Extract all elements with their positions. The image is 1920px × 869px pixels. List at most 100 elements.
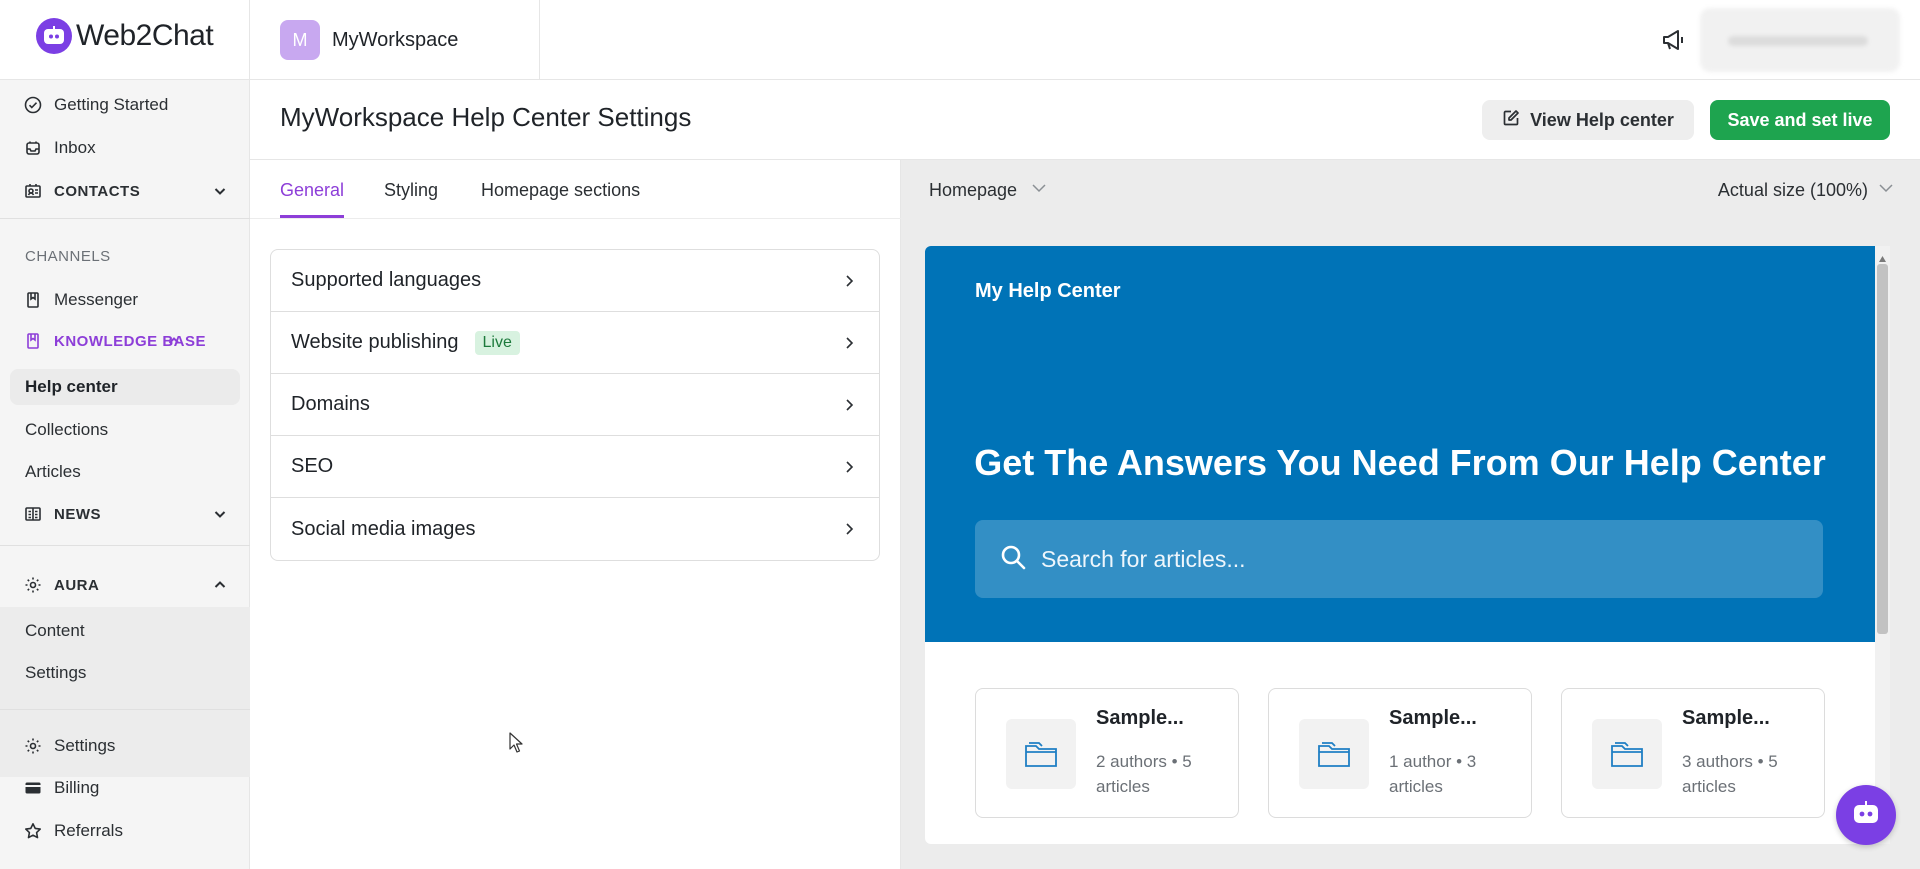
edit-icon: [1502, 109, 1520, 132]
preview-search-input[interactable]: [1041, 545, 1801, 573]
sidebar-item-label: Inbox: [54, 138, 96, 157]
sidebar-item-label: Messenger: [54, 290, 139, 309]
view-help-center-button[interactable]: View Help center: [1482, 100, 1694, 140]
star-icon: [24, 822, 42, 840]
sidebar-item-label: Getting Started: [54, 95, 169, 114]
preview-search-box[interactable]: [975, 520, 1823, 598]
collection-card-meta: 1 author • 3 articles: [1389, 752, 1477, 796]
sidebar-item-label: Referrals: [54, 821, 123, 840]
sidebar-item-label: Billing: [54, 778, 100, 797]
collection-card[interactable]: Sample... 1 author • 3 articles: [1268, 688, 1532, 818]
gear-icon: [24, 737, 42, 755]
search-icon: [999, 543, 1027, 576]
top-bar: Web2Chat M MyWorkspace: [0, 0, 1920, 80]
collection-card-title: Sample...: [1096, 707, 1184, 729]
settings-item-label: Supported languages: [291, 269, 482, 291]
preview-hero: My Help Center Get The Answers You Need …: [925, 246, 1875, 642]
preview-scrollbar-thumb[interactable]: [1877, 264, 1888, 634]
divider: [539, 0, 540, 80]
collection-card[interactable]: Sample... 3 authors • 5 articles: [1561, 688, 1825, 818]
chevron-down-icon: [212, 506, 228, 522]
workspace-avatar: M: [280, 20, 320, 60]
settings-item-label: Website publishing: [291, 331, 459, 353]
collection-card-meta: 3 authors • 5 articles: [1682, 752, 1778, 796]
settings-item-social-media-images[interactable]: Social media images: [271, 498, 879, 560]
sidebar-item-help-center[interactable]: Help center: [10, 369, 240, 405]
divider: [0, 545, 250, 546]
workspace-name: MyWorkspace: [332, 28, 459, 51]
settings-list: Supported languages Website publishing L…: [270, 249, 880, 561]
brand[interactable]: Web2Chat: [36, 18, 214, 54]
sidebar-item-aura[interactable]: AURA: [10, 567, 240, 603]
chevron-down-icon: [1031, 180, 1047, 201]
preview-hero-brand[interactable]: My Help Center: [975, 280, 1121, 303]
chat-launcher-button[interactable]: [1836, 785, 1896, 845]
chevron-up-icon: [212, 577, 228, 593]
settings-item-website-publishing[interactable]: Website publishing Live: [271, 312, 879, 374]
preview-frame: My Help Center Get The Answers You Need …: [925, 246, 1890, 844]
sidebar-item-aura-settings[interactable]: Settings: [10, 655, 240, 691]
settings-item-label: Social media images: [291, 517, 476, 540]
sidebar-item-referrals[interactable]: Referrals: [10, 813, 240, 849]
scroll-up-arrow-icon[interactable]: [1878, 250, 1887, 262]
megaphone-icon[interactable]: [1660, 26, 1688, 54]
contacts-icon: [24, 182, 42, 200]
bot-icon: [1851, 800, 1881, 831]
chevron-right-icon: [841, 334, 857, 350]
gear-icon: [24, 576, 42, 594]
sidebar-item-aura-content[interactable]: Content: [10, 613, 240, 649]
settings-item-supported-languages[interactable]: Supported languages: [271, 250, 879, 312]
book-icon: [24, 332, 42, 350]
preview-page-value: Homepage: [929, 180, 1018, 200]
newspaper-icon: [24, 505, 42, 523]
collection-card-meta: 2 authors • 5 articles: [1096, 752, 1192, 796]
tab-homepage-sections[interactable]: Homepage sections: [481, 180, 640, 215]
chevron-right-icon: [841, 396, 857, 412]
user-menu[interactable]: [1700, 8, 1900, 72]
sidebar-item-inbox[interactable]: Inbox: [10, 130, 240, 166]
bot-logo-icon: [36, 18, 72, 54]
sidebar-item-messenger[interactable]: Messenger: [10, 282, 240, 318]
check-circle-icon: [24, 96, 42, 114]
collection-card-title: Sample...: [1389, 707, 1477, 729]
settings-item-label: SEO: [291, 455, 334, 477]
folder-icon: [1592, 719, 1662, 789]
settings-item-domains[interactable]: Domains: [271, 374, 879, 436]
save-and-set-live-button[interactable]: Save and set live: [1710, 100, 1890, 140]
credit-card-icon: [24, 779, 42, 797]
settings-item-seo[interactable]: SEO: [271, 436, 879, 498]
chevron-down-icon: [212, 183, 228, 199]
sidebar-item-billing[interactable]: Billing: [10, 770, 240, 806]
sidebar-item-getting-started[interactable]: Getting Started: [10, 87, 240, 123]
sidebar-item-collections[interactable]: Collections: [10, 412, 240, 448]
mouse-cursor-icon: [509, 732, 525, 754]
preview-size-value: Actual size (100%): [1717, 180, 1868, 200]
preview-size-select[interactable]: Actual size (100%): [1718, 180, 1894, 201]
settings-panel: General Styling Homepage sections Suppor…: [250, 160, 901, 869]
divider: [0, 218, 250, 219]
settings-tabs: General Styling Homepage sections: [250, 160, 901, 219]
divider: [0, 709, 250, 710]
chevron-right-icon: [841, 520, 857, 536]
sidebar-item-label: NEWS: [54, 505, 101, 523]
sidebar-item-articles[interactable]: Articles: [10, 454, 240, 490]
chevron-right-icon: [841, 272, 857, 288]
page-header: MyWorkspace Help Center Settings View He…: [250, 80, 1920, 160]
chevron-up-icon: [166, 333, 182, 349]
preview-page-select[interactable]: Homepage: [929, 180, 1047, 201]
sidebar-item-contacts[interactable]: CONTACTS: [10, 173, 240, 209]
collection-card[interactable]: Sample... 2 authors • 5 articles: [975, 688, 1239, 818]
sidebar-item-knowledge-base[interactable]: KNOWLEDGE BASE: [10, 323, 240, 359]
inbox-icon: [24, 139, 42, 157]
sidebar-item-label: Settings: [54, 736, 116, 755]
section-caption-channels: CHANNELS: [25, 248, 111, 265]
collection-card-title: Sample...: [1682, 707, 1770, 729]
page-title: MyWorkspace Help Center Settings: [280, 102, 692, 132]
workspace-switcher[interactable]: M MyWorkspace: [280, 20, 458, 60]
tab-general[interactable]: General: [280, 180, 345, 218]
brand-name: Web2Chat: [76, 19, 214, 52]
sidebar-item-settings[interactable]: Settings: [10, 728, 240, 764]
sidebar-item-news[interactable]: NEWS: [10, 496, 240, 532]
tab-styling[interactable]: Styling: [384, 180, 438, 215]
sidebar-item-label: KNOWLEDGE BASE: [54, 332, 207, 350]
